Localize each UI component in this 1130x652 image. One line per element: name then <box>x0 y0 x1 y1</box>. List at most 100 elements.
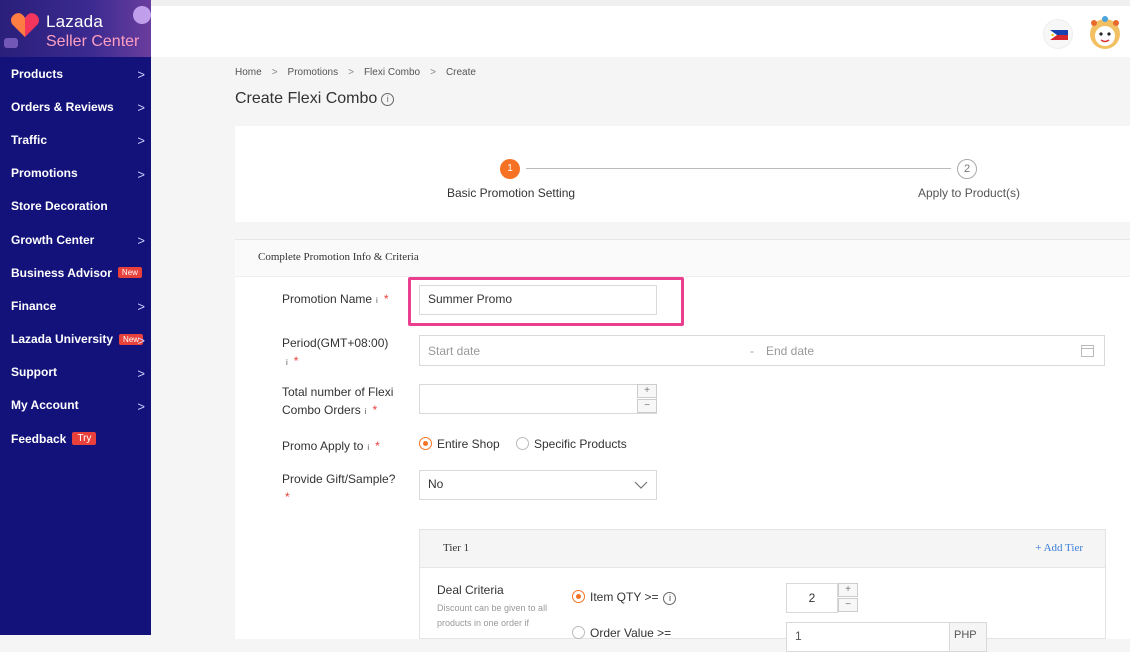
calendar-icon <box>1081 345 1094 357</box>
step-2-circle: 2 <box>957 159 977 179</box>
chevron-right-icon: > <box>271 67 278 78</box>
radio-label: Order Value >= <box>590 626 672 640</box>
chevron-right-icon: > <box>430 67 436 78</box>
label-text: Total number of Flexi <box>282 385 394 399</box>
sidebar-item-business-advisor[interactable]: Business Advisor New <box>0 256 151 289</box>
sidebar-item-growth-center[interactable]: Growth Center > <box>0 223 151 256</box>
promotion-name-label: Promotion Name i * <box>282 290 389 310</box>
radio-unselected-icon <box>572 626 585 639</box>
avatar[interactable] <box>1088 14 1122 54</box>
label-text: Period(GMT+08:00) <box>282 336 389 350</box>
radio-selected-icon <box>572 590 585 603</box>
chevron-right-icon: > <box>137 100 145 116</box>
sidebar-item-label: Orders & Reviews <box>11 99 114 114</box>
radio-label: Specific Products <box>534 437 627 451</box>
sidebar-item-label: Lazada University <box>11 332 114 347</box>
required-asterisk: * <box>372 403 378 417</box>
item-qty-input[interactable]: 2 <box>786 583 838 613</box>
step-connector <box>526 168 951 169</box>
sidebar-item-label: Business Advisor <box>11 265 112 280</box>
label-text: Promotion Name <box>282 292 373 306</box>
label-text: Provide Gift/Sample? <box>282 472 396 486</box>
chevron-right-icon: > <box>348 67 354 78</box>
chevron-right-icon: > <box>137 299 145 315</box>
gift-select[interactable]: No <box>419 470 657 500</box>
gift-label: Provide Gift/Sample? * <box>282 470 395 506</box>
radio-order-value[interactable]: Order Value >= <box>572 624 671 642</box>
required-asterisk: * <box>383 292 389 306</box>
increment-button[interactable]: + <box>838 583 858 597</box>
chevron-right-icon: > <box>137 67 145 82</box>
sidebar-item-label: Support <box>11 365 57 380</box>
chevron-right-icon: > <box>137 332 145 348</box>
sidebar-item-label: Traffic <box>11 132 48 147</box>
date-separator: - <box>750 344 754 358</box>
hint-text: products in one order if <box>437 618 530 628</box>
breadcrumb-flexi-combo[interactable]: Flexi Combo <box>364 67 420 78</box>
total-orders-input[interactable] <box>419 384 657 414</box>
deal-criteria-hint: Discount can be given to all products in … <box>437 601 547 631</box>
sidebar-item-support[interactable]: Support > <box>0 356 151 389</box>
info-icon[interactable]: i <box>365 403 367 421</box>
add-tier-button[interactable]: + Add Tier <box>1035 542 1083 554</box>
required-asterisk: * <box>375 439 380 453</box>
sidebar-item-lazada-university[interactable]: Lazada University New > <box>0 323 151 356</box>
info-icon[interactable]: i <box>663 592 677 605</box>
order-value-input[interactable]: 1 <box>786 622 950 652</box>
deal-criteria-label: Deal Criteria <box>437 583 504 597</box>
section-title: Complete Promotion Info & Criteria <box>235 240 1130 277</box>
total-orders-label: Total number of Flexi Combo Orders i * <box>282 383 393 421</box>
sidebar-item-traffic[interactable]: Traffic > <box>0 123 151 156</box>
increment-button[interactable]: + <box>637 384 657 398</box>
decrement-button[interactable]: − <box>637 399 657 413</box>
period-range-picker[interactable]: Start date - End date <box>419 335 1105 366</box>
chevron-down-icon <box>634 481 648 489</box>
chevron-right-icon: > <box>137 166 145 182</box>
breadcrumb-home[interactable]: Home <box>235 67 262 78</box>
decrement-button[interactable]: − <box>838 598 858 612</box>
step-indicator: 1 2 Basic Promotion Setting Apply to Pro… <box>235 126 1130 222</box>
breadcrumb-create: Create <box>445 67 476 78</box>
sidebar-item-label: Feedback <box>11 431 67 446</box>
breadcrumb: Home > Promotions > Flexi Combo > Create <box>235 67 476 78</box>
step-1-label: Basic Promotion Setting <box>447 186 576 200</box>
start-date-placeholder: Start date <box>428 344 481 358</box>
tier-header: Tier 1 + Add Tier <box>420 530 1105 568</box>
radio-entire-shop[interactable]: Entire Shop <box>419 435 500 453</box>
info-icon[interactable]: i <box>286 354 288 372</box>
info-icon[interactable]: i <box>376 292 378 310</box>
hint-text: Discount can be given to all <box>437 603 548 613</box>
promotion-name-input[interactable]: Summer Promo <box>419 285 657 315</box>
page-title: Create Flexi Combo i <box>235 90 395 108</box>
lazada-seller-center-logo[interactable]: Lazada Seller Center <box>0 0 151 57</box>
tier-title: Tier 1 <box>443 542 470 554</box>
step-1-circle: 1 <box>500 159 520 179</box>
chevron-right-icon: > <box>137 232 145 248</box>
sidebar-item-products[interactable]: Products > <box>0 57 151 90</box>
sidebar-item-promotions[interactable]: Promotions > <box>0 157 151 190</box>
sidebar-nav: Products > Orders & Reviews > Traffic > Pro… <box>0 57 151 455</box>
radio-specific-products[interactable]: Specific Products <box>516 435 627 453</box>
sidebar-item-label: Store Decoration <box>11 199 108 214</box>
sidebar-item-finance[interactable]: Finance > <box>0 289 151 322</box>
decor-ribbon-icon <box>4 38 18 48</box>
info-icon[interactable]: i <box>367 439 369 457</box>
period-label: Period(GMT+08:00) i * <box>282 334 388 372</box>
radio-item-qty[interactable]: Item QTY >= i <box>572 588 677 606</box>
logo-text-lazada: Lazada <box>46 12 103 31</box>
try-badge: Try <box>72 432 97 446</box>
sidebar-item-feedback[interactable]: Feedback Try <box>0 422 151 455</box>
info-icon[interactable]: i <box>381 93 395 106</box>
radio-selected-icon <box>419 437 432 450</box>
sidebar-item-my-account[interactable]: My Account > <box>0 389 151 422</box>
sidebar-item-store-decoration[interactable]: Store Decoration <box>0 190 151 223</box>
breadcrumb-promotions[interactable]: Promotions <box>288 67 339 78</box>
philippines-flag-icon[interactable] <box>1043 19 1073 49</box>
currency-addon: PHP <box>949 622 987 652</box>
sidebar-item-label: Promotions <box>11 166 78 181</box>
decor-flower-icon <box>133 6 151 24</box>
flag-graphic <box>1050 30 1068 40</box>
sidebar-item-label: My Account <box>11 398 79 413</box>
sidebar-item-orders-reviews[interactable]: Orders & Reviews > <box>0 90 151 123</box>
promo-apply-label: Promo Apply to i * <box>282 437 380 457</box>
